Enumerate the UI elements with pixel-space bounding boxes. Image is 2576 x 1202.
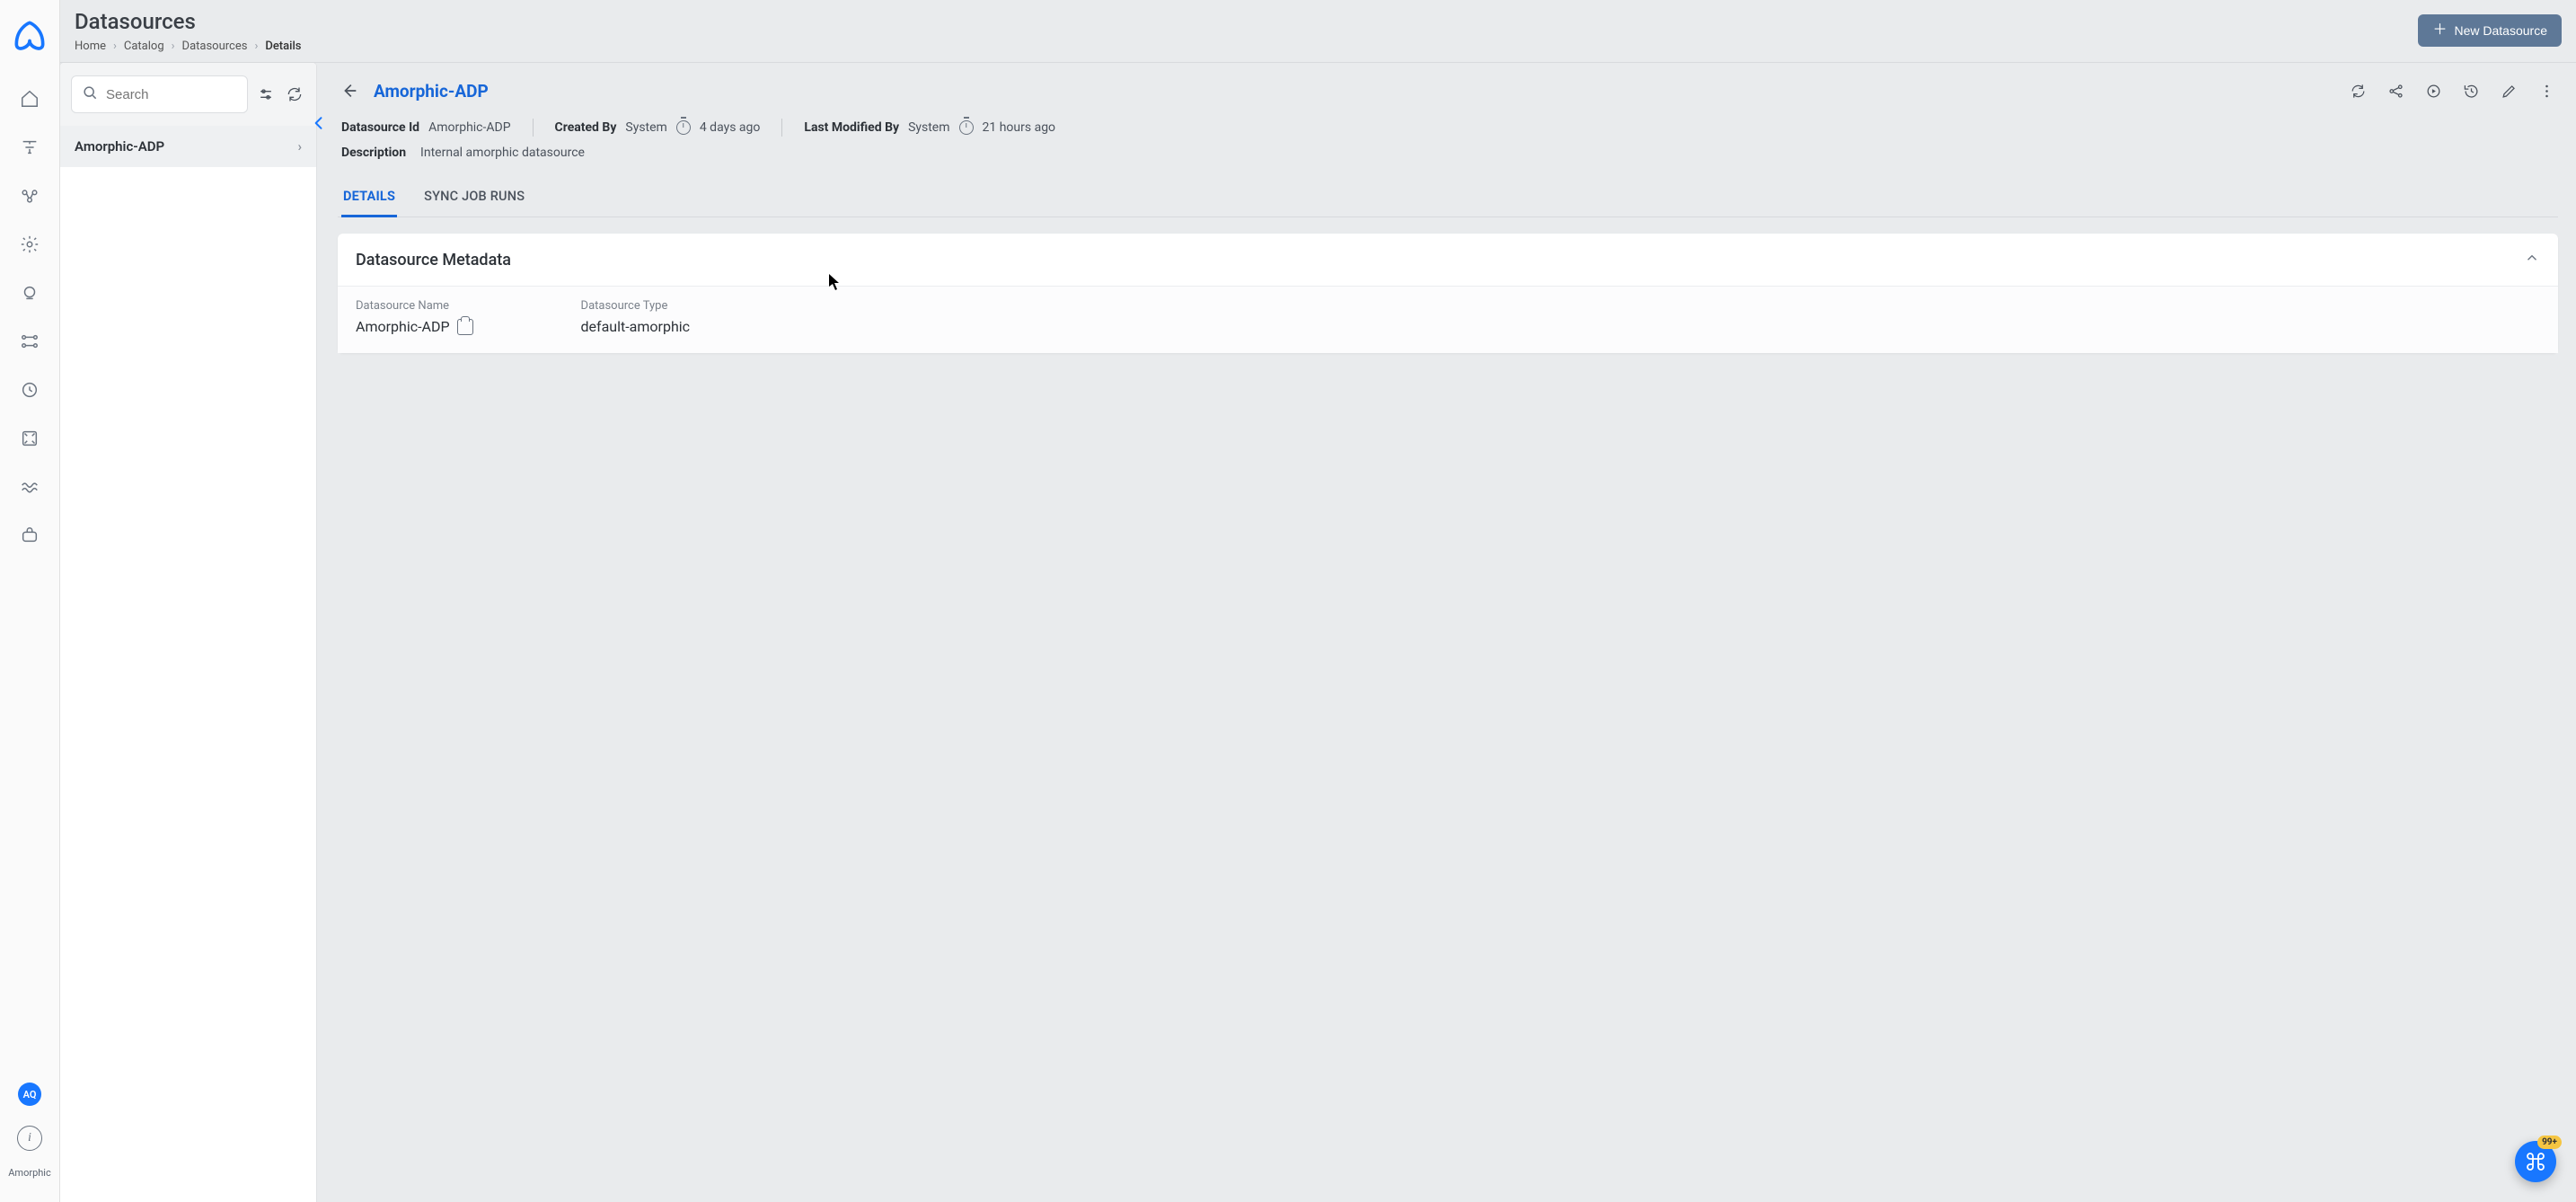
id-value: Amorphic-ADP <box>428 120 510 135</box>
user-avatar[interactable]: AQ <box>18 1083 41 1106</box>
field-label-name: Datasource Name <box>356 299 473 313</box>
command-fab[interactable]: 99+ <box>2515 1141 2556 1182</box>
history-icon[interactable] <box>2459 79 2483 102</box>
refresh-icon[interactable] <box>284 84 305 105</box>
back-button[interactable] <box>338 79 361 102</box>
brand-label: Amorphic <box>8 1167 51 1179</box>
id-label: Datasource Id <box>341 120 419 135</box>
tab-sync-job-runs[interactable]: SYNC JOB RUNS <box>422 180 526 217</box>
share-icon[interactable] <box>2384 79 2407 102</box>
left-nav-rail: AQ i Amorphic <box>0 0 60 1202</box>
new-datasource-label: New Datasource <box>2455 23 2548 38</box>
breadcrumb-details: Details <box>265 40 301 53</box>
description-label: Description <box>341 146 406 160</box>
brand-logo[interactable] <box>10 16 49 56</box>
field-value-type: default-amorphic <box>581 318 690 335</box>
chevron-right-icon: › <box>254 40 258 53</box>
clock-icon <box>676 120 691 135</box>
created-by-label: Created By <box>555 120 617 135</box>
nav-clock-icon[interactable] <box>12 372 48 408</box>
field-value-name: Amorphic-ADP <box>356 318 450 335</box>
filter-icon[interactable] <box>255 84 277 105</box>
modified-by-label: Last Modified By <box>804 120 899 135</box>
metadata-card: Datasource Metadata Datasource Name Amor… <box>338 234 2558 353</box>
plus-icon: ＋ <box>2432 23 2447 38</box>
nav-home-icon[interactable] <box>12 81 48 117</box>
chevron-right-icon: › <box>172 40 175 53</box>
page-title: Datasources <box>75 9 2418 34</box>
new-datasource-button[interactable]: ＋ New Datasource <box>2418 14 2562 47</box>
nav-filter-icon[interactable] <box>12 129 48 165</box>
search-input-wrapper[interactable] <box>71 75 248 113</box>
datasource-list: Amorphic-ADP › <box>60 126 316 1202</box>
modified-ago: 21 hours ago <box>983 120 1056 135</box>
field-label-type: Datasource Type <box>581 299 690 313</box>
fab-badge: 99+ <box>2537 1136 2562 1149</box>
run-icon[interactable] <box>2422 79 2445 102</box>
created-ago: 4 days ago <box>700 120 761 135</box>
search-icon <box>81 84 99 105</box>
tab-details[interactable]: DETAILS <box>341 180 397 217</box>
divider <box>781 119 782 137</box>
list-item[interactable]: Amorphic-ADP › <box>60 126 316 167</box>
page-header: Datasources Home › Catalog › Datasources… <box>60 0 2576 63</box>
breadcrumb-datasources[interactable]: Datasources <box>182 40 248 53</box>
detail-content: Amorphic-ADP Datasource Id Amorphic-ADP … <box>316 63 2576 1202</box>
metadata-card-header[interactable]: Datasource Metadata <box>338 234 2558 286</box>
edit-icon[interactable] <box>2497 79 2520 102</box>
breadcrumb-catalog[interactable]: Catalog <box>124 40 164 53</box>
nav-crystal-icon[interactable] <box>12 275 48 311</box>
chevron-up-icon <box>2524 250 2540 270</box>
reload-icon[interactable] <box>2346 79 2369 102</box>
description-value: Internal amorphic datasource <box>420 146 585 160</box>
chevron-right-icon: › <box>297 138 302 155</box>
nav-wave-icon[interactable] <box>12 469 48 505</box>
created-by-value: System <box>625 120 666 135</box>
breadcrumb: Home › Catalog › Datasources › Details <box>75 40 2418 53</box>
detail-title: Amorphic-ADP <box>374 81 489 102</box>
clock-icon <box>959 120 974 135</box>
nav-expand-icon[interactable] <box>12 420 48 456</box>
nav-settings-icon[interactable] <box>12 226 48 262</box>
nav-flow-icon[interactable] <box>12 323 48 359</box>
nav-group-main <box>12 81 48 553</box>
datasource-list-panel: Amorphic-ADP › <box>60 63 316 1202</box>
nav-cluster-icon[interactable] <box>12 178 48 214</box>
modified-by-value: System <box>908 120 949 135</box>
more-icon[interactable] <box>2535 79 2558 102</box>
nav-briefcase-icon[interactable] <box>12 517 48 553</box>
list-item-label: Amorphic-ADP <box>75 138 164 155</box>
tabs: DETAILS SYNC JOB RUNS <box>338 180 2558 217</box>
copy-icon[interactable] <box>457 319 473 335</box>
info-icon[interactable]: i <box>17 1126 42 1151</box>
metadata-card-title: Datasource Metadata <box>356 251 511 270</box>
search-input[interactable] <box>106 87 238 102</box>
chevron-right-icon: › <box>113 40 117 53</box>
divider <box>533 119 534 137</box>
breadcrumb-home[interactable]: Home <box>75 40 106 53</box>
